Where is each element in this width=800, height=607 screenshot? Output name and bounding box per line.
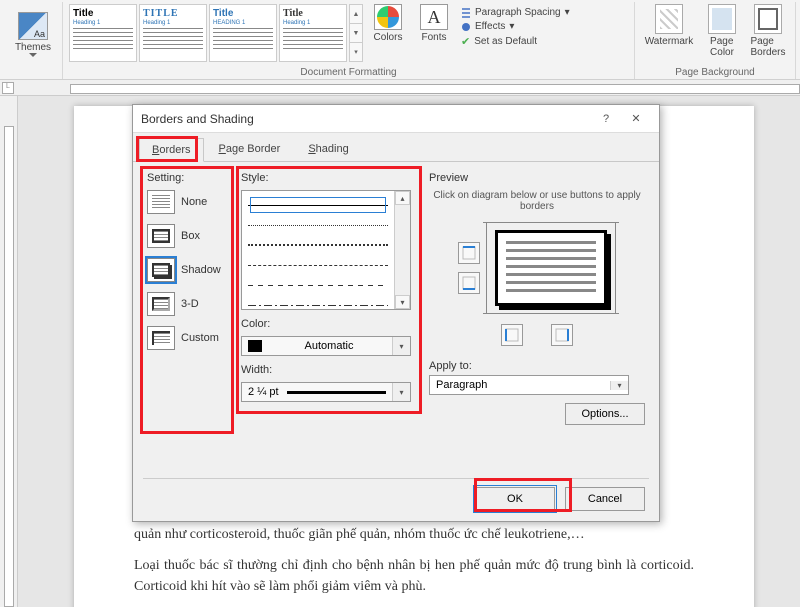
check-icon: ✔ xyxy=(461,35,470,48)
close-button[interactable]: ✕ xyxy=(621,107,651,131)
setting-box[interactable]: Box xyxy=(147,224,229,248)
page-color-button[interactable]: Page Color xyxy=(701,4,743,64)
style-gallery[interactable]: TitleHeading 1 TITLEHeading 1 TitleHEADI… xyxy=(69,4,363,62)
dialog-titlebar[interactable]: Borders and Shading ? ✕ xyxy=(133,105,659,133)
preview-label: Preview xyxy=(429,172,645,184)
effects-icon xyxy=(461,22,471,32)
colors-button[interactable]: Colors xyxy=(367,4,409,64)
color-combo[interactable]: Automatic▾ xyxy=(241,336,411,356)
setting-label: Setting: xyxy=(147,172,229,184)
setting-shadow[interactable]: Shadow xyxy=(147,258,229,282)
preview-hint: Click on diagram below or use buttons to… xyxy=(429,190,645,212)
box-icon xyxy=(147,224,175,248)
border-left-button[interactable] xyxy=(501,324,523,346)
style-dashed[interactable] xyxy=(248,255,388,275)
horizontal-ruler[interactable] xyxy=(0,80,800,96)
style-dotted2[interactable] xyxy=(248,235,388,255)
shadow-icon xyxy=(147,258,175,282)
setting-column: Setting: None Box Shadow 3-D Custom xyxy=(147,172,229,425)
up-arrow-icon[interactable]: ▲ xyxy=(350,5,362,24)
style-dashdot[interactable] xyxy=(248,295,388,310)
set-default-button[interactable]: ✔Set as Default xyxy=(459,34,572,49)
border-right-icon xyxy=(555,328,569,342)
group-label: Page Background xyxy=(635,67,795,78)
scroll-up-icon[interactable]: ▴ xyxy=(395,191,410,205)
apply-to-combo[interactable]: Paragraph▾ xyxy=(429,375,629,395)
page-borders-icon xyxy=(754,4,782,34)
3d-icon xyxy=(147,292,175,316)
page-color-icon xyxy=(708,4,736,34)
custom-icon xyxy=(147,326,175,350)
watermark-icon xyxy=(655,4,683,34)
style-tile[interactable]: TITLEHeading 1 xyxy=(139,4,207,62)
fonts-button[interactable]: Fonts xyxy=(413,4,455,64)
page-background-group: Watermark Page Color Page Borders Page B… xyxy=(635,2,796,79)
none-icon xyxy=(147,190,175,214)
color-label: Color: xyxy=(241,318,417,330)
preview-diagram[interactable] xyxy=(486,222,616,314)
dialog-tabs: Borders Page Border Shading xyxy=(133,133,659,162)
style-column: Style: ▴▾ Color: Automatic▾ Width: 2 ¼ p… xyxy=(241,172,417,425)
ok-button[interactable]: OK xyxy=(475,487,555,511)
setting-3d[interactable]: 3-D xyxy=(147,292,229,316)
style-tile[interactable]: TitleHeading 1 xyxy=(279,4,347,62)
style-listbox[interactable]: ▴▾ xyxy=(241,190,411,310)
page-borders-button[interactable]: Page Borders xyxy=(747,4,789,64)
ribbon: Themes TitleHeading 1 TITLEHeading 1 Tit… xyxy=(0,0,800,80)
border-bottom-button[interactable] xyxy=(458,272,480,294)
watermark-button[interactable]: Watermark xyxy=(641,4,697,64)
apply-to-label: Apply to: xyxy=(429,360,645,372)
scroll-down-icon[interactable]: ▾ xyxy=(395,295,410,309)
dialog-title: Borders and Shading xyxy=(141,112,591,126)
vertical-ruler[interactable] xyxy=(0,96,18,607)
border-right-button[interactable] xyxy=(551,324,573,346)
document-formatting-group: TitleHeading 1 TITLEHeading 1 TitleHEADI… xyxy=(63,2,635,79)
cancel-button[interactable]: Cancel xyxy=(565,487,645,511)
width-label: Width: xyxy=(241,364,417,376)
borders-shading-dialog: Borders and Shading ? ✕ Borders Page Bor… xyxy=(132,104,660,522)
chevron-down-icon: ▾ xyxy=(392,337,410,355)
fonts-icon xyxy=(420,4,448,30)
width-combo[interactable]: 2 ¼ pt▾ xyxy=(241,382,411,402)
style-dotted[interactable] xyxy=(248,215,388,235)
style-solid[interactable] xyxy=(248,195,388,215)
tab-page-border[interactable]: Page Border xyxy=(206,137,294,161)
effects-button[interactable]: Effects ▾ xyxy=(459,20,572,33)
themes-button[interactable]: Themes xyxy=(10,4,56,64)
border-bottom-icon xyxy=(462,276,476,290)
scrollbar[interactable]: ▴▾ xyxy=(394,191,410,309)
setting-custom[interactable]: Custom xyxy=(147,326,229,350)
group-label: Document Formatting xyxy=(63,67,634,78)
chevron-down-icon xyxy=(29,53,37,57)
spacing-icon xyxy=(461,8,471,18)
gallery-scroller[interactable]: ▲▼▾ xyxy=(349,4,363,62)
themes-group: Themes xyxy=(4,2,63,79)
border-top-button[interactable] xyxy=(458,242,480,264)
width-preview-icon xyxy=(287,391,386,394)
chevron-down-icon: ▾ xyxy=(392,383,410,401)
border-top-icon xyxy=(462,246,476,260)
tab-borders[interactable]: Borders xyxy=(139,138,204,162)
down-arrow-icon[interactable]: ▼ xyxy=(350,24,362,43)
help-button[interactable]: ? xyxy=(591,107,621,131)
style-dashed-long[interactable] xyxy=(248,275,388,295)
color-swatch-icon xyxy=(248,340,262,352)
border-left-icon xyxy=(505,328,519,342)
tab-selector[interactable]: L xyxy=(2,82,14,94)
tab-shading[interactable]: Shading xyxy=(295,137,361,161)
style-tile[interactable]: TitleHeading 1 xyxy=(69,4,137,62)
chevron-down-icon: ▾ xyxy=(610,381,628,390)
colors-icon xyxy=(374,4,402,30)
themes-icon xyxy=(18,12,48,40)
paragraph-spacing-button[interactable]: Paragraph Spacing ▾ xyxy=(459,6,572,19)
setting-none[interactable]: None xyxy=(147,190,229,214)
themes-label: Themes xyxy=(15,42,51,53)
more-icon[interactable]: ▾ xyxy=(350,43,362,61)
style-tile[interactable]: TitleHEADING 1 xyxy=(209,4,277,62)
options-button[interactable]: Options... xyxy=(565,403,645,425)
style-label: Style: xyxy=(241,172,417,184)
preview-column: Preview Click on diagram below or use bu… xyxy=(429,172,645,425)
